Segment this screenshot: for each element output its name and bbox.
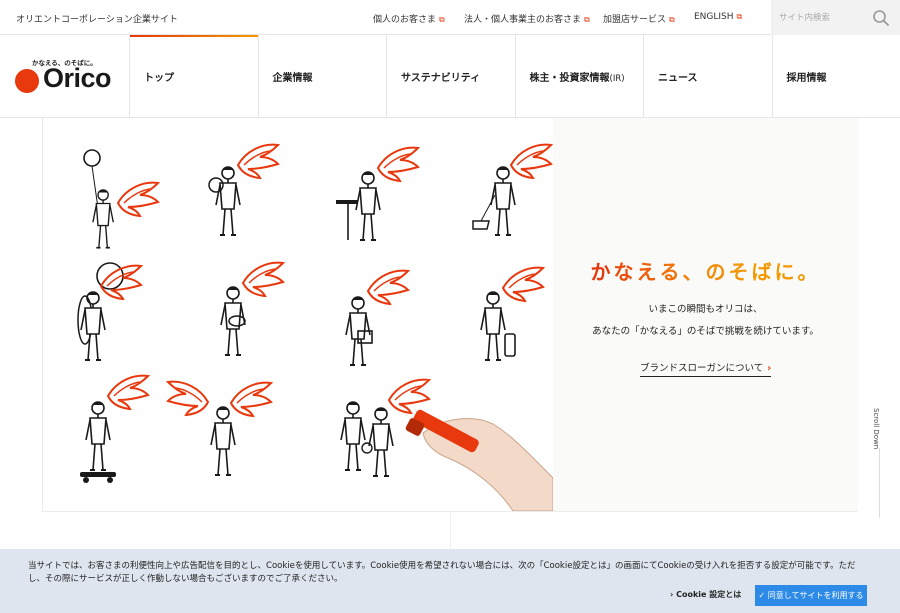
slogan-char: る xyxy=(659,260,683,284)
slogan-char: に xyxy=(774,260,798,284)
scroll-down-indicator[interactable]: Scroll Down xyxy=(872,408,880,449)
nav-investor-relations[interactable]: 株主・投資家情報(IR) xyxy=(514,35,644,117)
main-header: かなえる、のそばに。 Orico トップ 企業情報 サステナビリティ 株主・投資… xyxy=(0,35,900,118)
external-link-icon: ⧉ xyxy=(439,15,445,24)
nav-label: 株主・投資家情報 xyxy=(529,73,610,84)
orico-circle-icon xyxy=(15,69,39,93)
site-name: オリエントコーポレーション企業サイト xyxy=(16,15,178,25)
winged-people-illustration xyxy=(43,118,553,511)
utility-bar: オリエントコーポレーション企業サイト 個人のお客さま ⧉ 法人・個人事業主のお客さ… xyxy=(0,0,900,35)
slogan-char: ば xyxy=(751,260,775,284)
slogan-char: 。 xyxy=(797,260,821,284)
nav-sustainability[interactable]: サステナビリティ xyxy=(386,35,515,117)
search-icon[interactable] xyxy=(872,9,890,27)
link-label: 加盟店サービス xyxy=(603,15,667,25)
site-search xyxy=(771,0,900,35)
external-link-icon: ⧉ xyxy=(736,12,743,21)
hero-copy: いまこの瞬間もオリコは、 あなたの「かなえる」のそばで挑戦を続けています。 xyxy=(553,299,858,343)
slogan-char: の xyxy=(705,260,729,284)
link-label: ENGLISH xyxy=(694,12,734,22)
brand-slogan: かなえる、のそばに。 xyxy=(553,256,858,285)
nav-corporate-info[interactable]: 企業情報 xyxy=(257,35,387,117)
nav-label: サステナビリティ xyxy=(401,73,481,84)
link-merchant-services[interactable]: 加盟店サービス ⧉ xyxy=(603,12,675,25)
scroll-line xyxy=(879,448,880,518)
nav-label: トップ xyxy=(144,73,174,84)
global-nav: トップ 企業情報 サステナビリティ 株主・投資家情報(IR) ニュース 採用情報 xyxy=(129,35,900,117)
hero-copy-line-1: いまこの瞬間もオリコは、 xyxy=(648,304,763,315)
link-label: 個人のお客さま xyxy=(373,15,437,25)
nav-recruit[interactable]: 採用情報 xyxy=(771,35,900,117)
hero-copy-line-2: あなたの「かなえる」のそばで挑戦を続けています。 xyxy=(592,326,819,337)
external-link-icon: ⧉ xyxy=(669,15,675,24)
slogan-char: 、 xyxy=(682,260,706,284)
link-individual-customers[interactable]: 個人のお客さま ⧉ xyxy=(373,12,445,25)
link-label: Cookie 設定とは xyxy=(676,590,742,599)
link-business-customers[interactable]: 法人・個人事業主のお客さま ⧉ xyxy=(464,12,590,25)
orico-logo[interactable]: かなえる、のそばに。 Orico xyxy=(14,57,114,99)
hand-with-marker xyxy=(405,409,553,511)
cookie-notice-text: 当サイトでは、お客さまの利便性向上や広告配信を目的とし、Cookieを使用してい… xyxy=(28,561,856,584)
link-label: ブランドスローガンについて xyxy=(640,363,764,374)
nav-label: 企業情報 xyxy=(272,73,313,84)
cookie-settings-link[interactable]: › Cookie 設定とは xyxy=(670,589,741,600)
nav-top[interactable]: トップ xyxy=(129,35,258,117)
nav-news[interactable]: ニュース xyxy=(643,35,772,117)
slogan-char: な xyxy=(613,260,637,284)
slogan-char: そ xyxy=(728,260,752,284)
nav-label: 採用情報 xyxy=(786,73,827,84)
link-english[interactable]: ENGLISH ⧉ xyxy=(694,12,742,22)
logo-wordmark: Orico xyxy=(43,63,112,93)
link-label: 法人・個人事業主のお客さま xyxy=(464,15,582,25)
nav-label: ニュース xyxy=(658,73,698,84)
divider xyxy=(450,512,451,552)
external-link-icon: ⧉ xyxy=(584,15,590,24)
hero: かなえる、のそばに。 いまこの瞬間もオリコは、 あなたの「かなえる」のそばで挑戦… xyxy=(42,118,858,512)
slogan-panel: かなえる、のそばに。 いまこの瞬間もオリコは、 あなたの「かなえる」のそばで挑戦… xyxy=(553,118,858,511)
brand-slogan-link[interactable]: ブランドスローガンについて › xyxy=(640,360,772,377)
slogan-char: か xyxy=(590,260,614,284)
search-input[interactable] xyxy=(779,10,869,26)
cookie-accept-button[interactable]: ✓ 同意してサイトを利用する xyxy=(755,585,867,606)
nav-suffix: (IR) xyxy=(609,74,625,84)
chevron-right-icon: › xyxy=(767,363,772,374)
slogan-char: え xyxy=(636,260,660,284)
